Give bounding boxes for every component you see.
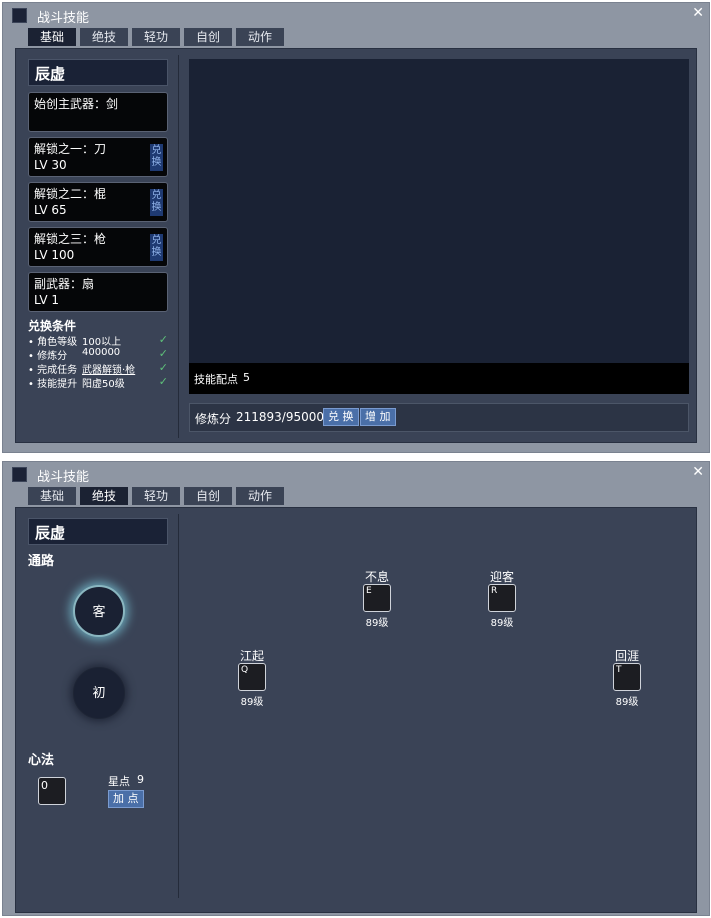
cultivation-label: 修炼分 [195,412,232,426]
add-point-button[interactable]: 加 点 [108,790,144,808]
weapon-title: 始创主武器：剑 [34,97,119,111]
exchange-points-button[interactable]: 兑 换 [323,408,359,426]
condition-label: • 修炼分 [28,351,68,362]
condition-label: • 角色等级 [28,337,78,348]
skill-slot-jiangqi: 江起 Q 89级 [222,647,282,708]
slot-key: T [616,665,622,675]
slot-key: Q [241,665,249,675]
add-points-button[interactable]: 增 加 [360,408,396,426]
path-circle-ke[interactable]: 客 [73,585,125,637]
close-icon[interactable]: ✕ [692,464,704,480]
exchange-button[interactable]: 兑换 [150,234,163,261]
tab-ultimate[interactable]: 绝技 [80,28,128,46]
weapon-level: LV 30 [34,158,67,172]
condition-row: • 完成任务 武器解锁·枪 ✓ [28,361,168,376]
character-name: 辰虚 [28,518,168,545]
tab-basic[interactable]: 基础 [28,487,76,505]
heart-method-slot[interactable]: 0 [38,777,66,805]
tab-lightness[interactable]: 轻功 [132,28,180,46]
weapon-title: 解锁之二：棍 [34,187,107,201]
title-bar: 战斗技能 ✕ [3,462,709,486]
condition-value-link[interactable]: 武器解锁·枪 [82,361,135,376]
check-icon: ✓ [158,333,168,346]
character-name: 辰虚 [28,59,168,86]
skill-slot-yingke: 迎客 R 89级 [472,568,532,629]
window-title: 战斗技能 [37,470,90,485]
weapon-title: 解锁之三：枪 [34,232,107,246]
weapon-level: LV 100 [34,248,75,262]
condition-label: • 完成任务 [28,365,78,376]
skill-name: 江起 [239,649,264,663]
path-circle-chu[interactable]: 初 [73,667,125,719]
check-icon: ✓ [158,347,168,360]
panel-divider [178,514,179,898]
tab-lightness[interactable]: 轻功 [132,487,180,505]
panel-divider [178,55,179,438]
window-title: 战斗技能 [37,11,90,26]
skill-key-slot[interactable]: Q [238,663,266,691]
skill-name: 迎客 [489,570,514,584]
check-icon: ✓ [158,375,168,388]
weapon-title: 副武器：扇 [34,277,95,291]
skill-points-label: 技能配点 [194,373,238,386]
skill-key-slot[interactable]: R [488,584,516,612]
title-bar: 战斗技能 ✕ [3,3,709,27]
condition-value: 100以上 [82,337,122,348]
condition-label: • 技能提升 [28,379,78,390]
skill-name: 不息 [364,570,389,584]
combat-skills-window-ultimate: 战斗技能 ✕ 基础 绝技 轻功 自创 动作 辰虚 通路 客 初 心法 0 星点 … [2,461,710,916]
weapon-card-unlock-3: 解锁之三：枪 LV 100 兑换 [28,227,168,267]
slot-key: 0 [41,779,48,792]
tab-basic[interactable]: 基础 [28,28,76,46]
condition-value: 400000 [82,347,121,358]
combat-skills-window-basic: 战斗技能 ✕ 基础 绝技 轻功 自创 动作 辰虚 始创主武器：剑 解锁之一：刀 … [2,2,710,453]
star-points-label: 星点 [108,775,130,788]
weapon-title: 解锁之一：刀 [34,142,107,156]
weapon-level: LV 1 [34,293,60,307]
tab-action[interactable]: 动作 [236,487,284,505]
skill-points-bar: 技能配点 5 [189,363,689,394]
main-panel: 辰虚 始创主武器：剑 解锁之一：刀 LV 30 兑换 解锁之二：棍 LV 65 … [15,48,697,443]
main-panel: 辰虚 通路 客 初 心法 0 星点 9 加 点 不息 E 89级 迎客 R 89… [15,507,697,913]
skill-points-value: 5 [243,371,250,384]
skill-level: 89级 [240,697,264,708]
slot-key: E [366,586,372,596]
condition-row: • 角色等级 100以上 ✓ [28,333,168,348]
slot-key: R [491,586,498,596]
weapon-card-main: 始创主武器：剑 [28,92,168,132]
exchange-button[interactable]: 兑换 [150,189,163,216]
tab-custom[interactable]: 自创 [184,28,232,46]
condition-row: • 修炼分 400000 ✓ [28,347,168,362]
window-icon [12,467,27,482]
skill-level: 89级 [615,697,639,708]
skill-preview-area [189,59,689,394]
tab-ultimate[interactable]: 绝技 [80,487,128,505]
exchange-button[interactable]: 兑换 [150,144,163,171]
cultivation-bar: 修炼分 211893/950000 兑 换 增 加 [189,403,689,432]
skill-level: 89级 [365,618,389,629]
conditions-title: 兑换条件 [28,319,77,333]
tab-action[interactable]: 动作 [236,28,284,46]
heart-method-label: 心法 [28,753,55,768]
weapon-card-unlock-2: 解锁之二：棍 LV 65 兑换 [28,182,168,222]
condition-row: • 技能提升 阳虚50级 ✓ [28,375,168,390]
check-icon: ✓ [158,361,168,374]
skill-name: 回涯 [614,649,639,663]
weapon-card-secondary: 副武器：扇 LV 1 [28,272,168,312]
close-icon[interactable]: ✕ [692,5,704,21]
skill-key-slot[interactable]: T [613,663,641,691]
star-points-value: 9 [137,773,144,786]
skill-level: 89级 [490,618,514,629]
weapon-level: LV 65 [34,203,67,217]
skill-slot-huiya: 回涯 T 89级 [597,647,657,708]
tab-custom[interactable]: 自创 [184,487,232,505]
weapon-card-unlock-1: 解锁之一：刀 LV 30 兑换 [28,137,168,177]
skill-key-slot[interactable]: E [363,584,391,612]
cultivation-value: 211893/950000 [236,410,332,424]
condition-value: 阳虚50级 [82,379,125,390]
path-section-label: 通路 [28,554,55,569]
window-icon [12,8,27,23]
skill-slot-buxi: 不息 E 89级 [347,568,407,629]
